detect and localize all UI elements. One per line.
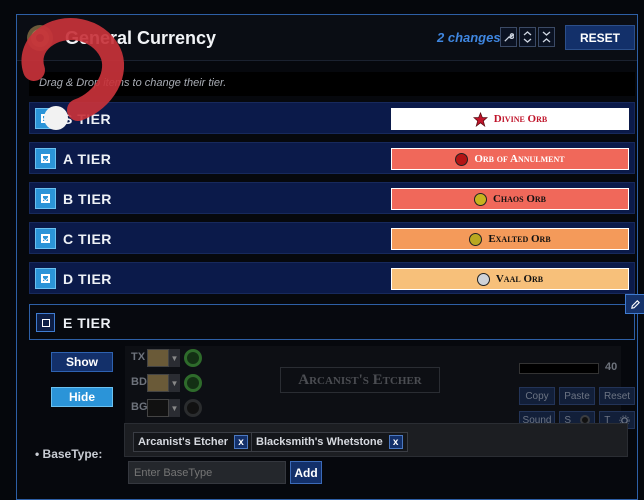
currency-logo-icon bbox=[27, 25, 53, 51]
reset-button[interactable]: RESET bbox=[565, 25, 635, 50]
item-name: Vaal Orb bbox=[495, 273, 544, 285]
drag-hint: Drag & Drop items to change their tier. bbox=[29, 72, 635, 96]
opacity-slider[interactable] bbox=[519, 363, 599, 374]
close-icon[interactable]: x bbox=[234, 435, 249, 449]
chevron-down-icon[interactable]: ▼ bbox=[169, 399, 180, 417]
border-color-toggle[interactable] bbox=[184, 374, 202, 392]
chip-text: Blacksmith's Whetstone bbox=[256, 436, 383, 448]
orb-icon bbox=[469, 232, 483, 246]
tier-checkbox[interactable] bbox=[35, 228, 56, 249]
tier-label: A TIER bbox=[63, 151, 112, 167]
show-button[interactable]: Show bbox=[51, 352, 113, 372]
tier-label: E TIER bbox=[63, 315, 112, 331]
item-chip[interactable]: Chaos Orb bbox=[391, 188, 629, 210]
background-color-toggle[interactable] bbox=[184, 399, 202, 417]
tier-label: B TIER bbox=[63, 191, 112, 207]
chevron-up-down-icon[interactable] bbox=[519, 27, 536, 47]
basetype-chip[interactable]: Arcanist's Etcher x bbox=[133, 432, 254, 452]
orb-icon bbox=[455, 152, 469, 166]
item-chip[interactable]: Orb of Annulment bbox=[391, 148, 629, 170]
item-name: Chaos Orb bbox=[492, 193, 547, 205]
tier-label: D TIER bbox=[63, 271, 112, 287]
border-color-label: BD bbox=[131, 376, 147, 388]
text-color-label: TX bbox=[131, 351, 146, 363]
text-color-toggle[interactable] bbox=[184, 349, 202, 367]
tier-row-d[interactable]: D TIER Vaal Orb bbox=[29, 262, 635, 294]
close-icon[interactable]: x bbox=[388, 435, 403, 449]
basetype-list: Arcanist's Etcher x Blacksmith's Whetsto… bbox=[124, 423, 628, 457]
chevron-down-icon[interactable]: ▼ bbox=[169, 349, 180, 367]
add-basetype-button[interactable]: Add bbox=[290, 461, 322, 484]
wrench-icon[interactable] bbox=[500, 27, 517, 47]
border-color-swatch[interactable] bbox=[147, 374, 169, 392]
panel-header: General Currency 2 changes RESET bbox=[17, 15, 637, 61]
style-reset-button[interactable]: Reset bbox=[599, 387, 635, 405]
star-icon bbox=[472, 111, 488, 127]
paste-button[interactable]: Paste bbox=[559, 387, 595, 405]
tier-row-b[interactable]: B TIER Chaos Orb bbox=[29, 182, 635, 214]
tier-row-s[interactable]: S TIER Divine Orb bbox=[29, 102, 635, 134]
background-color-swatch[interactable] bbox=[147, 399, 169, 417]
orb-icon bbox=[476, 272, 490, 286]
tier-row-c[interactable]: C TIER Exalted Orb bbox=[29, 222, 635, 254]
orb-icon bbox=[473, 192, 487, 206]
opacity-value: 40 bbox=[605, 361, 618, 373]
tier-checkbox[interactable] bbox=[35, 268, 56, 289]
tier-label: S TIER bbox=[63, 111, 112, 127]
tier-checkbox[interactable] bbox=[35, 148, 56, 169]
tier-label: C TIER bbox=[63, 231, 112, 247]
tier-checkbox[interactable] bbox=[35, 108, 56, 129]
tier-row-e[interactable]: E TIER bbox=[29, 304, 635, 340]
tier-row-a[interactable]: A TIER Orb of Annulment bbox=[29, 142, 635, 174]
item-name: Orb of Annulment bbox=[474, 153, 565, 165]
basetype-input[interactable] bbox=[128, 461, 286, 484]
hide-button[interactable]: Hide bbox=[51, 387, 113, 407]
item-preview: Arcanist's Etcher bbox=[280, 367, 440, 393]
collapse-icon[interactable] bbox=[538, 27, 555, 47]
chevron-down-icon[interactable]: ▼ bbox=[169, 374, 180, 392]
text-color-swatch[interactable] bbox=[147, 349, 169, 367]
basetype-label: • BaseType: bbox=[35, 447, 103, 461]
basetype-chip[interactable]: Blacksmith's Whetstone x bbox=[251, 432, 408, 452]
item-chip[interactable]: Vaal Orb bbox=[391, 268, 629, 290]
item-name: Exalted Orb bbox=[488, 233, 551, 245]
tier-checkbox[interactable] bbox=[35, 188, 56, 209]
item-chip[interactable]: Exalted Orb bbox=[391, 228, 629, 250]
edit-icon[interactable] bbox=[625, 294, 644, 314]
item-chip[interactable]: Divine Orb bbox=[391, 108, 629, 130]
background-color-label: BG bbox=[131, 401, 148, 413]
page-title: General Currency bbox=[65, 28, 217, 48]
changes-count[interactable]: 2 changes bbox=[437, 30, 501, 45]
style-editor: TX ▼ BD ▼ BG ▼ Arcanist's Etcher 40 Copy… bbox=[125, 346, 635, 430]
chip-text: Arcanist's Etcher bbox=[138, 436, 229, 448]
copy-button[interactable]: Copy bbox=[519, 387, 555, 405]
item-name: Divine Orb bbox=[493, 113, 548, 125]
tier-checkbox[interactable] bbox=[36, 313, 55, 332]
